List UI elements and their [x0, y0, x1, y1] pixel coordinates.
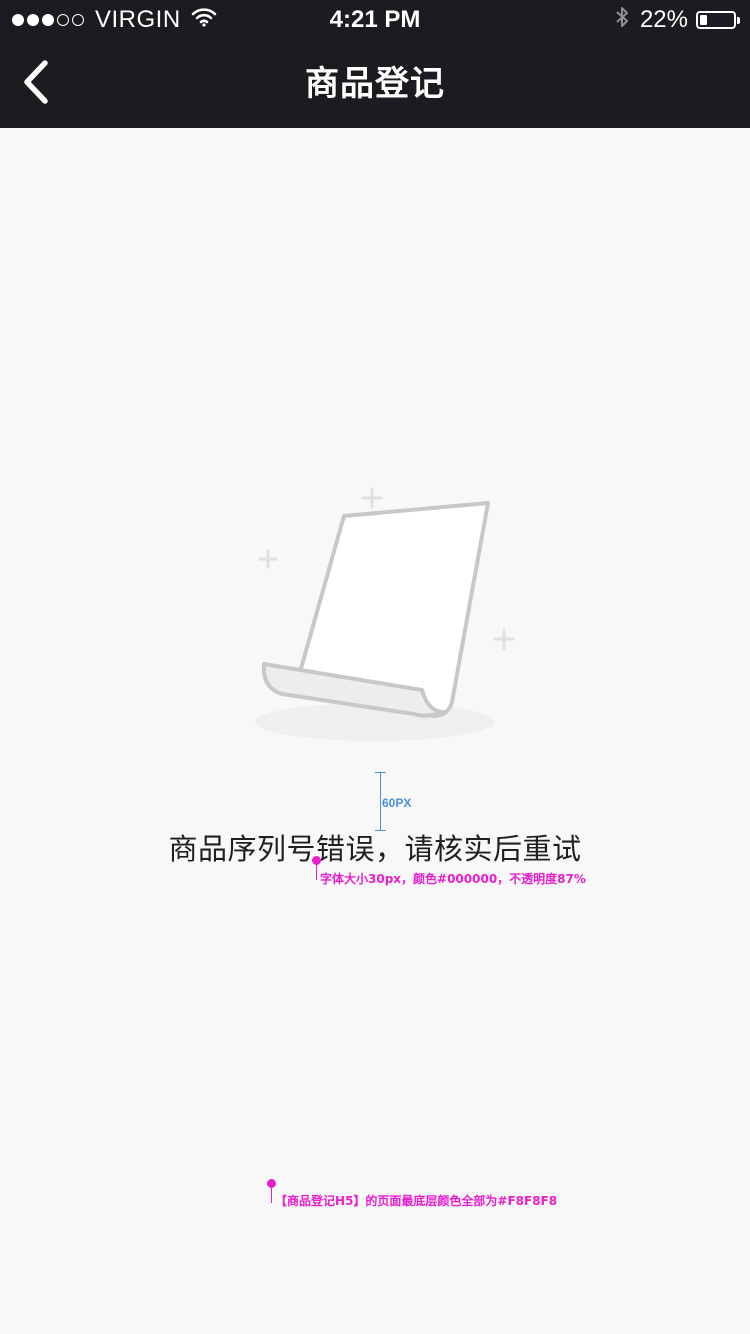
font-annotation-text: 字体大小30px，颜色#000000，不透明度87% — [320, 872, 586, 886]
page-title: 商品登记 — [305, 64, 445, 104]
battery-level — [700, 15, 707, 25]
background-annotation-text: 【商品登记H5】的页面最底层颜色全部为#F8F8F8 — [275, 1194, 558, 1208]
battery-percentage: 22% — [639, 6, 688, 33]
nav-bar: 商品登记 — [0, 40, 750, 128]
error-message: 商品序列号错误，请核实后重试 — [168, 832, 582, 866]
spacing-label: 60PX — [382, 796, 412, 810]
bluetooth-icon — [614, 5, 630, 36]
battery-icon — [696, 11, 740, 29]
document-illustration — [240, 480, 520, 750]
status-bar: VIRGIN 4:21 PM 22% — [0, 0, 750, 40]
spacing-marker: 60PX — [375, 772, 435, 832]
status-right: 22% — [614, 5, 740, 36]
